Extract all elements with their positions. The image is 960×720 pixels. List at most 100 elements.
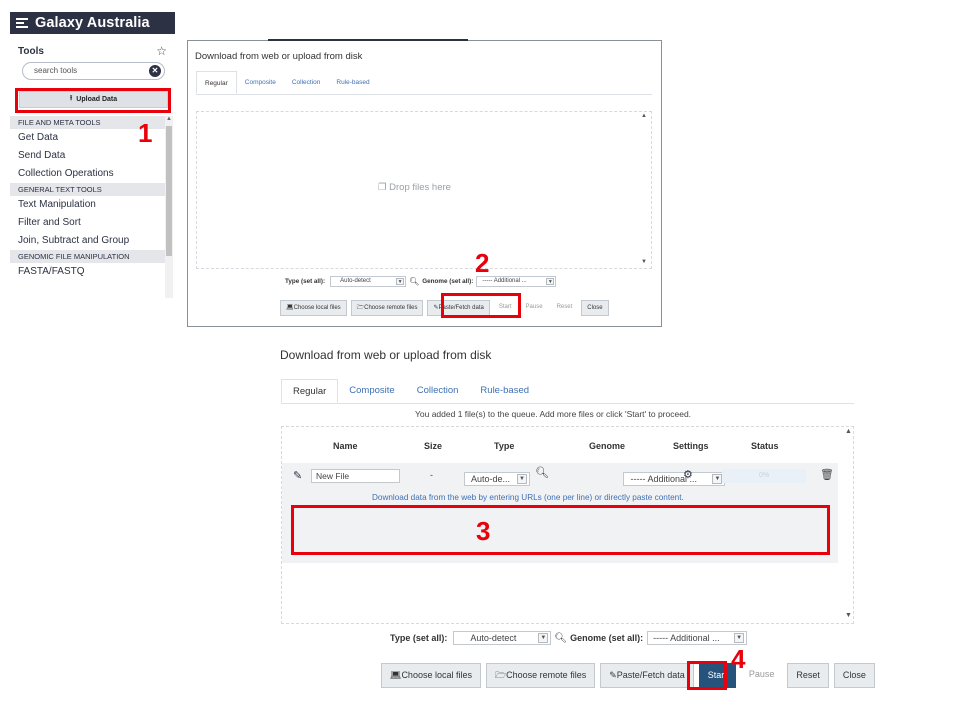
set-all-row: Type (set all): Auto-detect ▼ 🔍︎ Genome … [390,631,748,645]
column-type: Type [494,441,515,451]
file-type-select[interactable]: Auto-de... ▼ [464,472,530,486]
callout-number-4: 4 [731,644,746,674]
set-all-row: Type (set all): Auto-detect ▼ 🔍︎ Genome … [285,276,557,287]
highlight-upload-data [15,88,171,113]
scroll-down-arrow-icon[interactable]: ▼ [641,259,647,265]
dialog-title: Download from web or upload from disk [195,51,363,62]
clear-search-icon[interactable]: ✕ [149,65,161,77]
genome-set-all-select[interactable]: ----- Additional ... ▼ [647,631,748,645]
paste-fetch-button[interactable]: ✎Paste/Fetch data [600,663,694,688]
genome-set-all-value: ----- Additional ... [653,633,720,643]
scroll-down-arrow-icon[interactable]: ▼ [845,612,852,619]
tool-list-scrollbar[interactable]: ▲ [165,116,173,298]
scroll-up-arrow-icon[interactable]: ▲ [166,116,172,122]
laptop-icon: 💻︎ [390,670,402,680]
tools-header: Tools ☆ [10,42,175,60]
tool-panel: Galaxy Australia Tools ☆ search tools ✕ … [10,12,175,298]
scroll-up-arrow-icon[interactable]: ▲ [641,113,647,119]
column-name: Name [333,441,358,451]
highlight-start-button [687,661,727,690]
choose-remote-files-label: Choose remote files [364,305,418,311]
paste-fetch-label: Paste/Fetch data [616,670,685,680]
callout-number-2: 2 [475,248,490,278]
close-button[interactable]: Close [833,663,875,688]
dialog-title: Download from web or upload from disk [280,348,492,362]
highlight-paste-fetch [441,293,521,318]
tab-regular[interactable]: Regular [196,71,237,94]
edit-icon[interactable]: ✎ [293,469,302,482]
tool-send-data[interactable]: Send Data [10,147,165,165]
scrollbar-thumb[interactable] [166,126,172,256]
queue-message: You added 1 file(s) to the queue. Add mo… [415,409,692,419]
type-set-all-value: Auto-detect [470,633,517,643]
file-name-input[interactable]: New File [311,469,400,483]
dialog-tabs: Regular Composite Collection Rule-based [281,379,854,404]
drop-files-text: ❐ Drop files here [378,182,451,193]
genome-set-all-value: ----- Additional ... [482,278,527,284]
tab-composite[interactable]: Composite [338,379,405,403]
tab-composite[interactable]: Composite [237,71,284,94]
choose-remote-files-label: Choose remote files [506,670,587,680]
galaxy-logo-icon [16,18,28,28]
genome-set-all-label: Genome (set all): [422,278,474,285]
column-status: Status [751,441,779,451]
status-progress-bar: 0% [722,469,806,483]
search-icon[interactable]: 🔍︎ [409,277,419,286]
tool-section-genomic-file[interactable]: GENOMIC FILE MANIPULATION [10,250,165,263]
copy-files-icon: ❐ [378,182,390,193]
tab-rule-based[interactable]: Rule-based [328,71,377,94]
folder-open-icon: 🗁 [356,305,365,311]
search-icon[interactable]: 🔍︎ [554,633,567,644]
choose-remote-files-button[interactable]: 🗁Choose remote files [485,663,596,688]
trash-icon[interactable]: 🗑︎ [820,468,834,481]
column-genome: Genome [589,441,626,451]
upload-dialog-initial: Download from web or upload from disk Re… [187,39,662,327]
tool-collection-operations[interactable]: Collection Operations [10,165,165,183]
gear-icon[interactable]: ⚙ [683,468,693,481]
tab-collection[interactable]: Collection [406,379,470,403]
tab-collection[interactable]: Collection [284,71,329,94]
reset-button[interactable]: Reset [787,663,829,688]
tab-rule-based[interactable]: Rule-based [469,379,540,403]
type-set-all-select[interactable]: Auto-detect ▼ [453,631,552,645]
file-size: - [430,470,433,480]
star-icon[interactable]: ☆ [156,44,167,58]
tool-filter-sort[interactable]: Filter and Sort [10,214,165,232]
choose-local-files-button[interactable]: 💻︎Choose local files [381,663,481,688]
queue-header-row: Name Size Type Genome Settings Status [282,441,842,455]
dialog-top-border [268,39,468,41]
close-button[interactable]: Close [581,300,609,316]
choose-local-files-label: Choose local files [401,670,472,680]
tool-join-subtract-group[interactable]: Join, Subtract and Group [10,232,165,250]
tool-fasta-fastq[interactable]: FASTA/FASTQ [10,263,165,281]
edit-icon: ✎ [609,670,617,680]
type-set-all-select[interactable]: Auto-detect ▼ [330,276,407,287]
dialog-tabs: Regular Composite Collection Rule-based [196,71,652,95]
callout-number-1: 1 [138,118,153,148]
folder-open-icon: 🗁 [494,670,507,680]
type-set-all-value: Auto-detect [340,278,371,284]
chevron-down-icon: ▼ [712,474,723,484]
tools-title: Tools [18,45,44,57]
choose-local-files-label: Choose local files [293,305,341,311]
scroll-up-arrow-icon[interactable]: ▲ [845,428,852,435]
search-icon[interactable]: 🔍︎ [535,466,549,479]
tool-text-manipulation[interactable]: Text Manipulation [10,196,165,214]
type-set-all-label: Type (set all): [285,278,326,285]
column-size: Size [424,441,443,451]
tab-regular[interactable]: Regular [281,379,339,403]
genome-set-all-label: Genome (set all): [570,633,644,643]
url-paste-hint: Download data from the web by entering U… [372,493,684,502]
dialog-buttons: 💻︎Choose local files 🗁Choose remote file… [381,663,880,688]
pause-button[interactable]: Pause [741,663,783,688]
column-settings: Settings [673,441,709,451]
reset-button[interactable]: Reset [552,300,578,316]
file-genome-select[interactable]: ----- Additional ... ▼ [623,472,726,486]
pause-button[interactable]: Pause [521,300,548,316]
chevron-down-icon: ▼ [396,278,405,285]
brand-title[interactable]: Galaxy Australia [35,15,150,31]
choose-local-files-button[interactable]: 💻︎Choose local files [280,300,347,316]
choose-remote-files-button[interactable]: 🗁Choose remote files [350,300,424,316]
search-input[interactable]: search tools [22,62,165,80]
tool-section-general-text[interactable]: GENERAL TEXT TOOLS [10,183,165,196]
